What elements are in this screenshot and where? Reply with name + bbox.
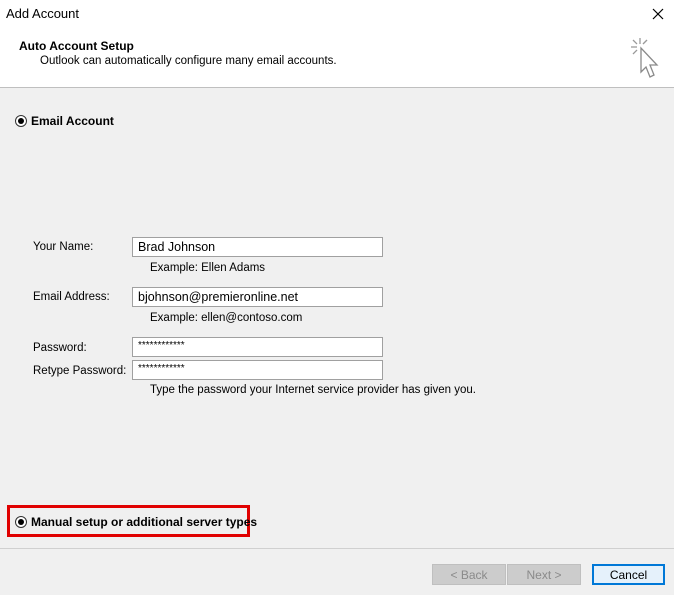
your-name-hint: Example: Ellen Adams (150, 262, 266, 274)
retype-password-label: Retype Password: (33, 365, 127, 377)
add-account-dialog: Add Account Auto Account Setup Outlook c… (0, 0, 674, 595)
next-button[interactable]: Next > (507, 564, 581, 585)
password-input[interactable]: ************ (132, 337, 383, 357)
email-account-label: Email Account (31, 114, 114, 128)
manual-setup-option[interactable]: Manual setup or additional server types (15, 515, 257, 529)
email-account-radio[interactable] (15, 115, 27, 127)
wizard-header: Auto Account Setup Outlook can automatic… (0, 28, 674, 88)
cursor-click-icon (631, 38, 659, 78)
window-title: Add Account (6, 6, 79, 21)
radio-selected-dot (18, 118, 24, 124)
header-title: Auto Account Setup (19, 39, 134, 53)
email-address-label: Email Address: (33, 291, 110, 303)
close-button[interactable] (642, 0, 674, 28)
close-icon (652, 8, 664, 20)
email-address-hint: Example: ellen@contoso.com (150, 312, 303, 324)
password-hint: Type the password your Internet service … (150, 384, 477, 396)
your-name-input[interactable]: Brad Johnson (132, 237, 383, 257)
retype-password-input[interactable]: ************ (132, 360, 383, 380)
radio-selected-dot (18, 519, 24, 525)
manual-setup-label: Manual setup or additional server types (31, 515, 258, 529)
manual-setup-radio[interactable] (15, 516, 27, 528)
password-label: Password: (33, 342, 87, 354)
title-bar: Add Account (0, 0, 674, 28)
header-subtitle: Outlook can automatically configure many… (40, 55, 337, 67)
back-button[interactable]: < Back (432, 564, 506, 585)
email-address-input[interactable]: bjohnson@premieronline.net (132, 287, 383, 307)
your-name-label: Your Name: (33, 241, 94, 253)
email-account-option[interactable]: Email Account (15, 114, 114, 128)
footer-divider (0, 548, 674, 549)
cancel-button[interactable]: Cancel (592, 564, 665, 585)
